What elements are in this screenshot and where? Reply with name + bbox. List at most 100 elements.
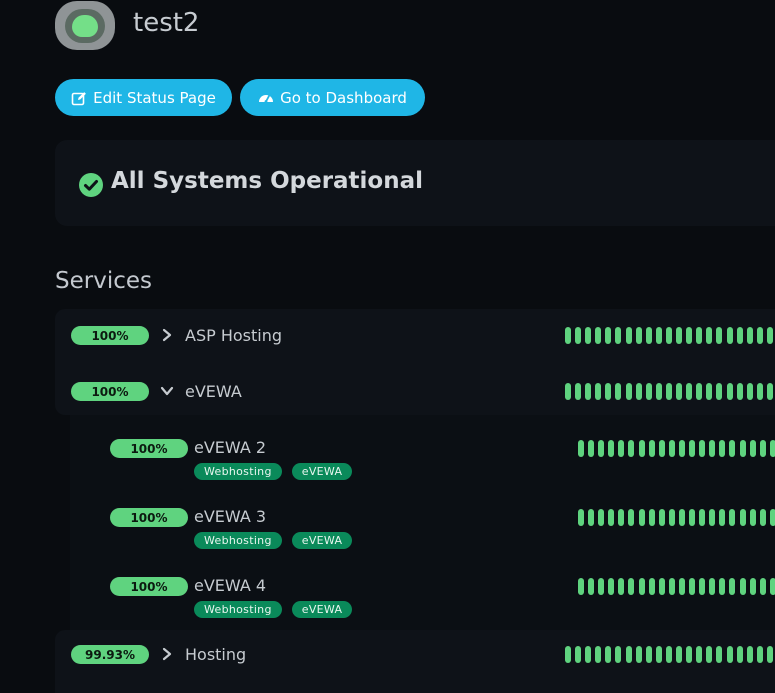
heartbeat bbox=[736, 327, 743, 344]
heartbeat bbox=[665, 646, 672, 663]
heartbeat bbox=[625, 646, 632, 663]
heartbeat bbox=[729, 440, 736, 457]
heartbeat bbox=[628, 509, 635, 526]
tachometer-icon bbox=[259, 94, 274, 103]
heartbeat bbox=[575, 327, 582, 344]
overall-status-card: All Systems Operational bbox=[55, 140, 775, 226]
heartbeat bbox=[628, 440, 635, 457]
heartbeat bbox=[729, 509, 736, 526]
heartbeat bbox=[709, 509, 716, 526]
heartbeat bbox=[756, 327, 763, 344]
service-name: eVEWA 3 bbox=[194, 507, 267, 526]
service-item-evewa-2[interactable]: 100% eVEWA 2 Webhosting eVEWA bbox=[0, 434, 775, 484]
heartbeat bbox=[625, 383, 632, 400]
service-group-name: Hosting bbox=[185, 645, 247, 664]
heartbeat bbox=[749, 509, 756, 526]
tag[interactable]: Webhosting bbox=[194, 532, 282, 549]
heartbeat bbox=[706, 646, 713, 663]
heartbeat bbox=[719, 578, 726, 595]
heartbeat bbox=[665, 327, 672, 344]
heartbeat bbox=[638, 509, 645, 526]
heartbeat bbox=[739, 578, 746, 595]
heartbeat bbox=[699, 440, 706, 457]
heartbeat bbox=[585, 383, 592, 400]
service-group-evewa[interactable]: 100% eVEWA bbox=[0, 377, 775, 407]
heartbeat bbox=[648, 509, 655, 526]
service-group-asp-hosting[interactable]: 100% ASP Hosting bbox=[0, 321, 775, 351]
heartbeat bbox=[595, 383, 602, 400]
overall-status-text: All Systems Operational bbox=[111, 168, 424, 194]
heartbeat bbox=[648, 578, 655, 595]
heartbeat bbox=[648, 440, 655, 457]
heartbeat bbox=[625, 327, 632, 344]
page-title: test2 bbox=[133, 8, 200, 38]
tag-list: Webhosting eVEWA bbox=[194, 463, 353, 480]
heartbeat bbox=[615, 383, 622, 400]
heartbeat bbox=[595, 327, 602, 344]
service-group-hosting[interactable]: 99.93% Hosting bbox=[0, 640, 775, 670]
heartbeat bbox=[746, 383, 753, 400]
heartbeat bbox=[689, 578, 696, 595]
tag[interactable]: eVEWA bbox=[291, 601, 353, 618]
service-item-evewa-3[interactable]: 100% eVEWA 3 Webhosting eVEWA bbox=[0, 503, 775, 553]
heartbeat bbox=[585, 646, 592, 663]
heartbeat bbox=[645, 327, 652, 344]
heartbeat bbox=[615, 327, 622, 344]
tag[interactable]: Webhosting bbox=[194, 463, 282, 480]
tag[interactable]: Webhosting bbox=[194, 601, 282, 618]
heartbeat bbox=[686, 383, 693, 400]
heartbeat-bar bbox=[578, 509, 775, 526]
uptime-badge: 100% bbox=[110, 577, 188, 596]
heartbeat bbox=[716, 383, 723, 400]
service-group-name: eVEWA bbox=[185, 382, 242, 401]
heartbeat bbox=[618, 578, 625, 595]
heartbeat bbox=[588, 440, 595, 457]
uptime-badge: 100% bbox=[110, 439, 188, 458]
edit-status-page-button[interactable]: Edit Status Page bbox=[55, 79, 232, 116]
tag[interactable]: eVEWA bbox=[291, 532, 353, 549]
heartbeat bbox=[696, 646, 703, 663]
site-logo bbox=[55, 1, 115, 50]
heartbeat bbox=[769, 509, 775, 526]
heartbeat bbox=[615, 646, 622, 663]
services-heading: Services bbox=[55, 268, 152, 294]
service-name: eVEWA 4 bbox=[194, 576, 267, 595]
heartbeat bbox=[618, 440, 625, 457]
heartbeat bbox=[709, 578, 716, 595]
heartbeat bbox=[578, 578, 584, 595]
heartbeat bbox=[759, 578, 766, 595]
uptime-badge: 100% bbox=[110, 508, 188, 527]
heartbeat bbox=[638, 578, 645, 595]
heartbeat bbox=[598, 509, 605, 526]
heartbeat bbox=[759, 440, 766, 457]
heartbeat bbox=[655, 383, 662, 400]
heartbeat bbox=[665, 383, 672, 400]
service-item-evewa-4[interactable]: 100% eVEWA 4 Webhosting eVEWA bbox=[0, 572, 775, 622]
heartbeat bbox=[565, 383, 571, 400]
heartbeat bbox=[676, 646, 683, 663]
heartbeat bbox=[699, 578, 706, 595]
check-circle-icon bbox=[79, 173, 103, 197]
uptime-badge: 100% bbox=[71, 382, 149, 401]
heartbeat bbox=[766, 646, 773, 663]
heartbeat bbox=[678, 440, 685, 457]
heartbeat bbox=[605, 383, 612, 400]
heartbeat bbox=[706, 383, 713, 400]
heartbeat bbox=[726, 327, 733, 344]
chevron-down-icon[interactable] bbox=[160, 384, 174, 398]
chevron-right-icon[interactable] bbox=[160, 647, 174, 661]
go-to-dashboard-button[interactable]: Go to Dashboard bbox=[240, 79, 425, 116]
chevron-right-icon[interactable] bbox=[160, 328, 174, 342]
edit-status-page-label: Edit Status Page bbox=[93, 88, 216, 107]
heartbeat bbox=[608, 440, 615, 457]
tag[interactable]: eVEWA bbox=[291, 463, 353, 480]
heartbeat bbox=[689, 509, 696, 526]
heartbeat bbox=[618, 509, 625, 526]
service-name: eVEWA 2 bbox=[194, 438, 267, 457]
heartbeat bbox=[608, 509, 615, 526]
heartbeat-bar bbox=[565, 327, 773, 344]
tag-list: Webhosting eVEWA bbox=[194, 601, 353, 618]
heartbeat bbox=[598, 440, 605, 457]
heartbeat bbox=[645, 646, 652, 663]
heartbeat bbox=[716, 327, 723, 344]
